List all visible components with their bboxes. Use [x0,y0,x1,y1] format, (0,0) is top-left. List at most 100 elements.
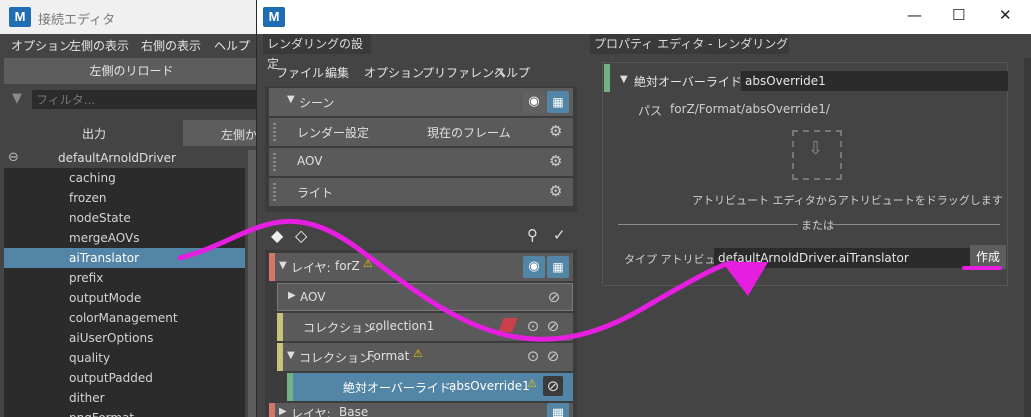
scene-row-lights[interactable]: ライト ⚙ [269,178,573,206]
attribute-item[interactable]: outputPadded [4,368,245,388]
layer-row-base[interactable]: ▶ レイヤ: Base ▦ [269,403,573,417]
override-flag-icon [498,318,518,332]
layer-render-toggle-icon[interactable]: ▦ [547,403,569,417]
maximize-button[interactable]: ☐ [952,6,965,24]
scene-label: シーン [299,96,335,110]
override-color-stripe [604,64,610,92]
gear-icon[interactable]: ⚙ [549,122,562,140]
override-row-absoverride1[interactable]: 絶対オーバーライド: absOverride1 ⚠ ⊘ [287,373,573,401]
render-setup-titlebar[interactable]: M — ☐ ✕ [257,0,1031,34]
node-row[interactable]: ⊖ defaultArnoldDriver [4,148,245,168]
layer-render-toggle-icon[interactable]: ▦ [547,256,569,278]
attribute-item[interactable]: outputMode [4,288,245,308]
attribute-item[interactable]: dither [4,388,245,408]
collection-name: Format [367,349,410,363]
disable-icon[interactable]: ⊘ [543,316,563,336]
attribute-label: caching [69,171,116,185]
collapse-icon[interactable]: ⊖ [8,150,19,165]
layer-visibility-eye-icon[interactable]: ◉ [523,256,545,278]
apply-icon[interactable]: ✓ [553,226,566,244]
attribute-item[interactable]: colorManagement [4,308,245,328]
property-editor: ▼ 絶対オーバーライド: absOverride1 パス forZ/Format… [594,58,1031,417]
aov-row[interactable]: ▶ AOV ⊘ [277,283,573,311]
filter-icon: ▼ [12,91,22,106]
create-collection-icon[interactable]: ◇ [295,226,307,245]
menu-edit[interactable]: 編集 [325,64,349,81]
attribute-label: mergeAOVs [69,231,140,245]
attribute-label: aiTranslator [69,251,140,265]
drop-target-icon[interactable]: ⇩ [792,130,842,180]
maya-app-icon: M [9,7,31,27]
expand-arrow-icon[interactable]: ▼ [279,260,287,271]
layer-type-label: レイヤ: [291,261,331,275]
layer-settings-icon[interactable]: ⚲ [527,226,538,244]
close-button[interactable]: ✕ [999,6,1012,24]
expand-arrow-icon[interactable]: ▶ [279,406,287,417]
filter-row: ▼ [0,88,268,112]
scene-row-render-settings[interactable]: レンダー設定 現在のフレーム ⚙ [269,118,573,146]
type-attribute-input[interactable]: defaultArnoldDriver.aiTranslator [714,248,970,268]
isolate-icon[interactable]: ⊙ [523,346,543,366]
tab-left-label: 左側か [221,128,258,142]
drag-handle-icon[interactable] [273,123,276,141]
collection-row-collection1[interactable]: コレクション: collection1 ⊙ ⊘ [277,313,573,341]
menu-help[interactable]: ヘルプ [214,37,250,54]
gear-icon[interactable]: ⚙ [549,182,562,200]
gear-icon[interactable]: ⚙ [549,152,562,170]
filter-input[interactable] [32,90,258,109]
collection-row-format[interactable]: ▼ コレクション: Format ⚠ ⊙ ⊘ [277,343,573,371]
drop-arrow-icon: ⇩ [808,138,824,159]
menu-options[interactable]: オプション [11,37,71,54]
drag-handle-icon[interactable] [273,183,276,201]
menu-left-display[interactable]: 左側の表示 [69,37,129,54]
attribute-item[interactable]: frozen [4,188,245,208]
scene-row-label: AOV [297,154,323,168]
attribute-label: outputMode [69,291,142,305]
disable-icon[interactable]: ⊘ [544,287,564,307]
drag-handle-icon[interactable] [273,153,276,171]
minimize-button[interactable]: — [907,6,922,24]
scene-row-label: レンダー設定 [297,126,370,140]
attribute-label: colorManagement [69,311,178,325]
menu-options[interactable]: オプション [364,64,424,81]
render-setup-panel-tab[interactable]: レンダリングの設定 [263,34,371,71]
attribute-item[interactable]: mergeAOVs [4,228,245,248]
layer-name: Base [339,405,369,417]
attribute-item[interactable]: aiTranslator [4,248,245,268]
property-editor-scrollbar[interactable] [1024,58,1031,417]
menu-file[interactable]: ファイル [276,64,324,81]
collection-name: collection1 [369,319,435,333]
attribute-item[interactable]: prefix [4,268,245,288]
scene-visibility-eye-icon[interactable]: ◉ [523,91,545,113]
reload-left-button[interactable]: 左側のリロード [4,58,259,84]
attribute-item[interactable]: nodeState [4,208,245,228]
maya-app-icon: M [263,7,285,27]
attribute-label: prefix [69,271,104,285]
override-name-field[interactable]: absOverride1 [741,71,1008,91]
scene-row-aov[interactable]: AOV ⚙ [269,148,573,176]
window-title: 接続エディタ [38,13,116,28]
attribute-item[interactable]: aiUserOptions [4,328,245,348]
expand-arrow-icon[interactable]: ▼ [287,94,295,105]
scene-header[interactable]: ▼ シーン ◉ ▦ [269,88,573,116]
property-editor-panel-tab[interactable]: プロパティ エディタ - レンダリング設定 [590,34,789,71]
expand-arrow-icon[interactable]: ▼ [287,350,295,361]
attribute-item[interactable]: caching [4,168,245,188]
attribute-item[interactable]: pngFormat [4,408,245,417]
disable-icon[interactable]: ⊘ [543,346,563,366]
expand-arrow-icon[interactable]: ▼ [620,74,628,85]
menu-help[interactable]: ヘルプ [494,64,530,81]
layer-row-forz[interactable]: ▼ レイヤ: forZ ⚠ ◉ ▦ [269,253,573,281]
scene-render-toggle-icon[interactable]: ▦ [547,91,569,113]
expand-arrow-icon[interactable]: ▶ [288,290,296,301]
attribute-label: pngFormat [69,408,134,417]
connection-editor-titlebar[interactable]: M 接続エディタ [0,0,268,34]
attribute-item[interactable]: quality [4,348,245,368]
disable-icon[interactable]: ⊘ [543,376,563,396]
menu-right-display[interactable]: 右側の表示 [141,37,201,54]
isolate-icon[interactable]: ⊙ [523,316,543,336]
node-name: defaultArnoldDriver [58,151,176,165]
tab-output[interactable]: 出力 [0,118,180,146]
create-button[interactable]: 作成 [970,245,1006,269]
create-layer-icon[interactable]: ◆ [271,226,283,245]
